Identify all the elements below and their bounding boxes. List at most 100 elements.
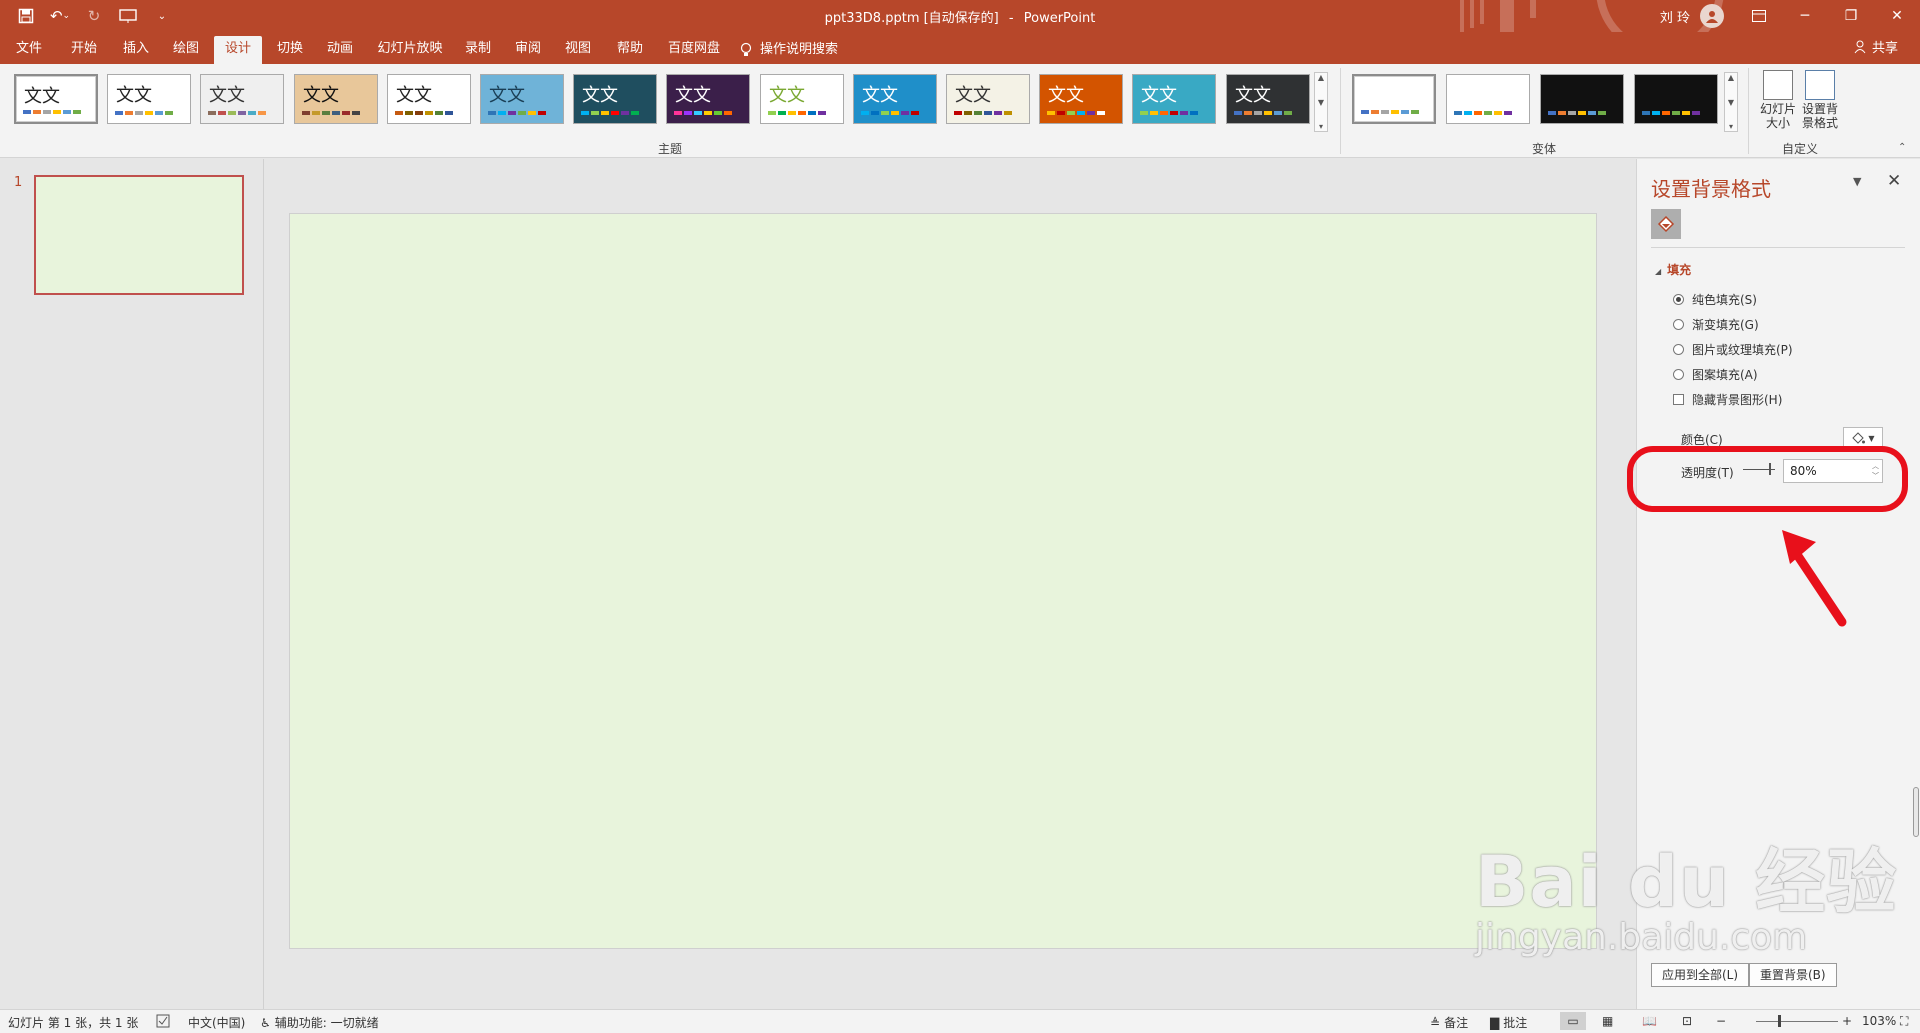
tab-help[interactable]: 帮助 [608,36,652,64]
fill-section-header[interactable]: ◢ 填充 [1655,261,1691,278]
variant-thumbnail[interactable] [1634,74,1718,124]
slide-thumbnail[interactable] [34,175,244,295]
transparency-input[interactable]: 80% ︿ ﹀ [1783,459,1883,483]
hide-bg-graphics-checkbox[interactable] [1673,394,1684,405]
fit-slide-icon[interactable]: ⛶ [1900,1014,1908,1029]
reset-background-button[interactable]: 重置背景(B) [1749,963,1837,987]
theme-thumbnail[interactable]: 文文 [200,74,284,124]
tab-review[interactable]: 审阅 [506,36,550,64]
language-status[interactable]: 中文(中国) [188,1014,245,1031]
picture-fill-option[interactable]: 图片或纹理填充(P) [1673,341,1793,358]
slideshow-view-icon[interactable]: ⊡ [1682,1014,1692,1028]
color-swatch [1401,110,1409,114]
themes-group-label: 主题 [658,142,683,156]
close-pane-icon[interactable]: ✕ [1887,171,1901,191]
pattern-fill-option[interactable]: 图案填充(A) [1673,366,1758,383]
radio-pattern-fill[interactable] [1673,369,1684,380]
save-icon[interactable] [14,4,38,28]
pane-scrollbar-thumb[interactable] [1913,787,1919,837]
tab-design[interactable]: 设计 [214,36,262,64]
variant-thumbnail[interactable] [1540,74,1624,124]
scroll-up-icon[interactable]: ▲ [1728,73,1734,82]
theme-thumbnail[interactable]: 文文 [573,74,657,124]
tab-view[interactable]: 视图 [556,36,600,64]
theme-sample-text: 文文 [1235,85,1271,106]
more-variants-icon[interactable]: ▾ [1729,122,1733,131]
theme-thumbnail[interactable]: 文文 [480,74,564,124]
ribbon-display-options-icon[interactable] [1736,0,1782,32]
slide-sorter-icon[interactable]: ▦ [1602,1014,1613,1028]
zoom-in-icon[interactable]: + [1842,1014,1852,1028]
spin-arrows[interactable]: ︿ ﹀ [1872,461,1879,481]
tab-baidu-netdisk[interactable]: 百度网盘 [660,36,728,64]
tab-animations[interactable]: 动画 [318,36,362,64]
radio-solid-fill[interactable] [1673,294,1684,305]
transparency-slider-thumb[interactable] [1769,463,1771,475]
redo-icon[interactable]: ↻ [82,4,106,28]
color-swatch [1494,111,1502,115]
theme-thumbnail[interactable]: 文文 [107,74,191,124]
variant-thumbnail[interactable] [1446,74,1530,124]
theme-thumbnail[interactable]: 文文 [1039,74,1123,124]
apply-to-all-button[interactable]: 应用到全部(L) [1651,963,1750,987]
tab-slideshow[interactable]: 幻灯片放映 [370,36,450,64]
zoom-slider-thumb[interactable] [1778,1015,1781,1027]
color-swatch [1004,111,1012,115]
format-background-button[interactable]: 设置背景格式 [1800,70,1840,130]
tab-transitions[interactable]: 切换 [268,36,312,64]
hide-background-graphics-option[interactable]: 隐藏背景图形(H) [1673,391,1782,408]
tab-home[interactable]: 开始 [62,36,106,64]
variant-thumbnail[interactable] [1352,74,1436,124]
scroll-down-icon[interactable]: ▼ [1728,98,1734,107]
normal-view-icon[interactable]: ▭ [1560,1012,1586,1030]
theme-thumbnail[interactable]: 文文 [14,74,98,124]
accessibility-status[interactable]: ♿ 辅助功能: 一切就绪 [260,1014,379,1031]
scroll-down-icon[interactable]: ▼ [1318,98,1324,107]
theme-thumbnail[interactable]: 文文 [387,74,471,124]
tab-file[interactable]: 文件 [8,36,50,64]
collapse-ribbon-icon[interactable]: ⌃ [1898,142,1906,153]
start-from-beginning-icon[interactable] [116,4,140,28]
theme-thumbnail[interactable]: 文文 [294,74,378,124]
scroll-up-icon[interactable]: ▲ [1318,73,1324,82]
more-themes-icon[interactable]: ▾ [1319,122,1323,131]
variants-scroller[interactable]: ▲ ▼ ▾ [1724,72,1738,132]
gradient-fill-option[interactable]: 渐变填充(G) [1673,316,1759,333]
theme-thumbnail[interactable]: 文文 [1132,74,1216,124]
user-account[interactable]: 刘 玲 [1660,4,1724,28]
minimize-icon[interactable]: ─ [1782,0,1828,32]
theme-thumbnail[interactable]: 文文 [1226,74,1310,124]
slide-size-button[interactable]: 幻灯片大小 [1758,70,1798,130]
zoom-level[interactable]: 103% [1862,1014,1896,1028]
fill-icon[interactable] [1651,209,1681,239]
radio-gradient-fill[interactable] [1673,319,1684,330]
color-swatch [145,111,153,115]
zoom-out-icon[interactable]: − [1716,1014,1726,1028]
undo-icon[interactable]: ↶ ⌄ [48,4,72,28]
reading-view-icon[interactable]: 📖 [1642,1014,1657,1028]
color-swatch [1692,111,1700,115]
theme-thumbnail[interactable]: 文文 [760,74,844,124]
radio-picture-fill[interactable] [1673,344,1684,355]
avatar[interactable] [1700,4,1724,28]
spell-check-icon[interactable] [156,1014,170,1028]
customize-qat-icon[interactable]: ⌄ [150,4,174,28]
theme-thumbnail[interactable]: 文文 [946,74,1030,124]
tab-insert[interactable]: 插入 [114,36,158,64]
close-icon[interactable]: ✕ [1874,0,1920,32]
themes-scroller[interactable]: ▲ ▼ ▾ [1314,72,1328,132]
theme-thumbnail[interactable]: 文文 [853,74,937,124]
pane-options-icon[interactable]: ▼ [1853,175,1861,188]
current-slide[interactable] [289,213,1597,949]
color-picker-button[interactable]: ▼ [1843,427,1883,449]
tab-record[interactable]: 录制 [456,36,500,64]
solid-fill-option[interactable]: 纯色填充(S) [1673,291,1757,308]
theme-thumbnail[interactable]: 文文 [666,74,750,124]
comments-button[interactable]: ▇ 批注 [1490,1014,1527,1031]
restore-icon[interactable]: ❐ [1828,0,1874,32]
share-button[interactable]: 共享 [1854,37,1898,56]
zoom-slider-track[interactable] [1756,1021,1838,1022]
notes-button[interactable]: ≜ 备注 [1430,1014,1468,1031]
tell-me-search[interactable]: 操作说明搜索 [740,36,860,64]
tab-draw[interactable]: 绘图 [164,36,208,64]
